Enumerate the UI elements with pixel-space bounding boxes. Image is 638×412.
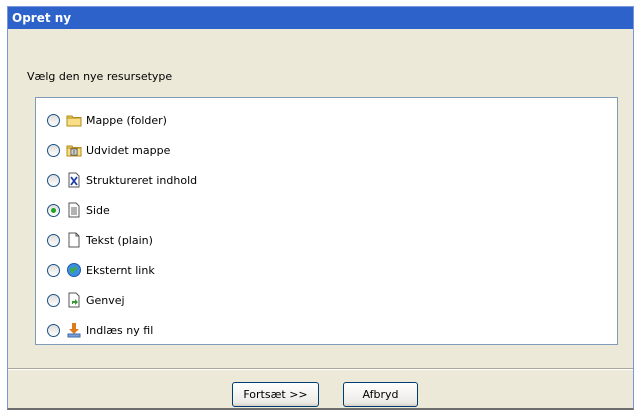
folder-icon: [66, 112, 82, 128]
resource-option-label: Eksternt link: [86, 263, 155, 277]
radio-button[interactable]: [47, 233, 60, 247]
radio-button[interactable]: [47, 113, 60, 127]
structured-content-icon: [66, 172, 82, 188]
resource-option-label: Mappe (folder): [86, 113, 167, 127]
radio-button[interactable]: [47, 263, 60, 277]
resource-option-label: Udvidet mappe: [86, 143, 171, 157]
resource-option-external-link[interactable]: Eksternt link: [36, 260, 155, 280]
resource-option-structured-content[interactable]: Struktureret indhold: [36, 170, 197, 190]
resource-option-upload-file[interactable]: Indlæs ny fil: [36, 320, 153, 340]
cancel-button[interactable]: Afbryd: [343, 382, 418, 407]
external-link-icon: [66, 262, 82, 278]
radio-button[interactable]: [47, 323, 60, 337]
resource-type-list: Mappe (folder) Udvidet mappe Strukturere…: [35, 97, 618, 345]
radio-button-selected[interactable]: [47, 203, 60, 217]
radio-button[interactable]: [47, 143, 60, 157]
text-file-icon: [66, 232, 82, 248]
resource-type-prompt: Vælg den nye resursetype: [27, 70, 173, 83]
create-new-dialog: Opret ny Vælg den nye resursetype Mappe …: [7, 6, 634, 410]
extended-folder-icon: [66, 142, 82, 158]
resource-option-label: Genvej: [86, 293, 125, 307]
radio-button[interactable]: [47, 173, 60, 187]
dialog-title: Opret ny: [8, 7, 633, 29]
resource-option-label: Struktureret indhold: [86, 173, 198, 187]
radio-button[interactable]: [47, 293, 60, 307]
resource-option-label: Side: [86, 203, 110, 217]
resource-option-text-plain[interactable]: Tekst (plain): [36, 230, 153, 250]
resource-option-label: Tekst (plain): [86, 233, 153, 247]
resource-option-folder[interactable]: Mappe (folder): [36, 110, 167, 130]
button-bar-divider: [8, 368, 633, 370]
page-icon: [66, 202, 82, 218]
resource-option-label: Indlæs ny fil: [86, 323, 154, 337]
continue-button[interactable]: Fortsæt >>: [232, 382, 319, 407]
shortcut-icon: [66, 292, 82, 308]
resource-option-extended-folder[interactable]: Udvidet mappe: [36, 140, 170, 160]
resource-option-page[interactable]: Side: [36, 200, 110, 220]
resource-option-shortcut[interactable]: Genvej: [36, 290, 125, 310]
upload-file-icon: [66, 322, 82, 338]
